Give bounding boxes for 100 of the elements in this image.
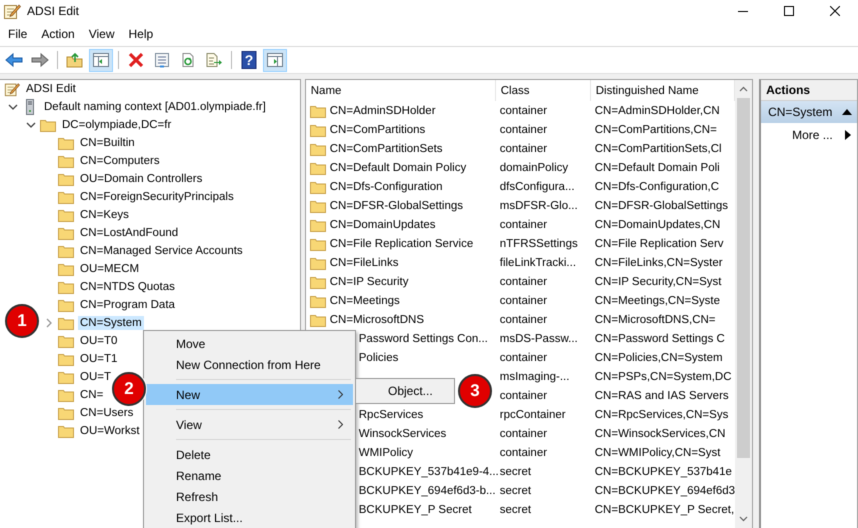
tree-item[interactable]: CN=LostAndFound <box>78 226 180 240</box>
menu-bar-item[interactable]: View <box>82 27 122 41</box>
tree-item[interactable]: OU=MECM <box>78 262 142 276</box>
table-cell: msDS-Passw... <box>500 332 578 344</box>
pane-icon <box>92 52 110 68</box>
folder-icon <box>58 334 74 348</box>
menu-item[interactable]: New <box>146 384 353 405</box>
menu-item[interactable]: Refresh <box>146 486 353 507</box>
folder-icon <box>310 294 326 308</box>
table-cell: CN=ComPartitionSets <box>330 142 443 154</box>
action-link[interactable]: More ... <box>792 128 833 142</box>
folder-icon <box>310 160 326 174</box>
menu-item[interactable]: View <box>146 414 353 435</box>
properties-icon <box>153 52 171 68</box>
menu-item[interactable]: Object... <box>358 381 452 401</box>
table-cell: CN=AdminSDHolder,CN <box>594 104 720 116</box>
tree-item[interactable]: OU=Workst <box>78 424 142 438</box>
folder-icon <box>58 172 74 186</box>
tree-item[interactable]: CN=Builtin <box>78 136 137 150</box>
collapse-chevron-icon[interactable] <box>8 104 18 110</box>
menu-bar-item[interactable]: Action <box>34 27 82 41</box>
table-cell: dfsConfigura... <box>500 180 575 192</box>
tree-item[interactable]: Default naming context [AD01.olympiade.fr] <box>42 100 268 114</box>
maximize-icon <box>784 6 794 16</box>
column-header[interactable]: Name <box>306 80 496 101</box>
scrollbar-thumb[interactable] <box>737 98 750 458</box>
menu-item[interactable]: Move <box>146 333 353 354</box>
tree-item[interactable]: CN=ForeignSecurityPrincipals <box>78 190 236 204</box>
tree-item[interactable]: CN=NTDS Quotas <box>78 280 177 294</box>
action-section-header[interactable]: CN=System <box>761 101 857 123</box>
menu-item[interactable]: Rename <box>146 465 353 486</box>
tree-item[interactable]: CN=Computers <box>78 154 162 168</box>
action-pane-button[interactable] <box>263 48 287 72</box>
table-cell: CN=DFSR-GlobalSettings <box>330 200 464 212</box>
tree-item[interactable]: CN= <box>78 388 106 402</box>
folder-icon <box>58 136 74 150</box>
tree-item[interactable]: OU=T1 <box>78 352 120 366</box>
table-cell-text: BCKUPKEY_537b41e9-4... <box>358 466 499 478</box>
tree-item[interactable]: DC=olympiade,DC=fr <box>60 118 174 132</box>
submenu-chevron-icon <box>338 390 343 399</box>
folder-icon <box>58 370 74 384</box>
table-cell: CN=Meetings <box>330 294 400 306</box>
folder-up-icon <box>66 52 84 68</box>
table-cell: CN=ComPartitionSets,Cl <box>594 142 722 154</box>
scrollbar[interactable] <box>735 80 752 528</box>
table-cell: CN=File Replication Service <box>330 238 474 250</box>
tree-item[interactable]: CN=System <box>78 316 144 330</box>
folder-icon <box>310 236 326 250</box>
console-tree-button[interactable] <box>89 48 113 72</box>
action-section-title: CN=System <box>768 105 832 119</box>
right-arrow-icon <box>31 52 49 68</box>
menu-item[interactable]: New Connection from Here <box>146 354 353 375</box>
table-cell: container <box>500 390 548 402</box>
table-cell: container <box>500 124 548 136</box>
expand-chevron-icon[interactable] <box>46 318 52 328</box>
menu-bar-item[interactable]: File <box>1 27 34 41</box>
table-cell: container <box>500 142 548 154</box>
column-header[interactable]: Class <box>496 80 591 101</box>
table-cell: CN=PSPs,CN=System,DC <box>594 370 732 382</box>
scroll-down-icon[interactable] <box>739 516 748 522</box>
table-cell: CN=MicrosoftDNS <box>330 314 424 326</box>
table-cell: CN=FileLinks,CN=Syster <box>594 256 723 268</box>
tree-item[interactable]: CN=Program Data <box>78 298 177 312</box>
table-cell-text: BCKUPKEY_694ef6d3-b... <box>358 484 496 496</box>
menu-item[interactable]: Delete <box>146 444 353 465</box>
menu-bar-item[interactable]: Help <box>122 27 160 41</box>
tree-item[interactable]: CN=Users <box>78 406 136 420</box>
tree-item[interactable]: OU=T <box>78 370 113 384</box>
table-cell: container <box>500 104 548 116</box>
tree-item[interactable]: OU=T0 <box>78 334 120 348</box>
table-cell: CN=Dfs-Configuration <box>330 180 443 192</box>
table-cell-text: Policies <box>358 352 398 364</box>
table-cell: CN=MicrosoftDNS,CN= <box>594 314 716 326</box>
collapse-chevron-icon[interactable] <box>26 122 36 128</box>
table-cell: CN=Meetings,CN=Syste <box>594 294 720 306</box>
table-cell: CN=Password Settings C <box>594 332 725 344</box>
folder-icon <box>310 218 326 232</box>
table-cell: secret <box>500 484 532 496</box>
left-arrow-icon <box>5 52 23 68</box>
folder-icon <box>310 256 326 270</box>
folder-icon <box>58 262 74 276</box>
folder-icon <box>310 104 326 118</box>
scroll-up-icon[interactable] <box>739 86 748 92</box>
table-cell: CN=Default Domain Policy <box>330 162 466 174</box>
tree-item[interactable]: ADSI Edit <box>24 82 78 96</box>
pane-icon <box>266 52 284 68</box>
folder-icon <box>40 118 56 132</box>
tree-item[interactable]: OU=Domain Controllers <box>78 172 204 186</box>
table-cell: container <box>500 352 548 364</box>
collapse-triangle-icon[interactable] <box>842 109 852 115</box>
tree-item[interactable]: CN=Keys <box>78 208 131 222</box>
table-cell: container <box>500 428 548 440</box>
table-cell: container <box>500 218 548 230</box>
actions-title: Actions <box>761 80 857 101</box>
menu-item[interactable]: Export List... <box>146 507 353 528</box>
tree-item[interactable]: CN=Managed Service Accounts <box>78 244 245 258</box>
table-cell-text: RpcServices <box>358 408 424 420</box>
folder-icon <box>310 274 326 288</box>
notepad-pencil-icon <box>4 81 20 97</box>
table-cell: CN=WinsockServices,CN <box>594 428 726 440</box>
